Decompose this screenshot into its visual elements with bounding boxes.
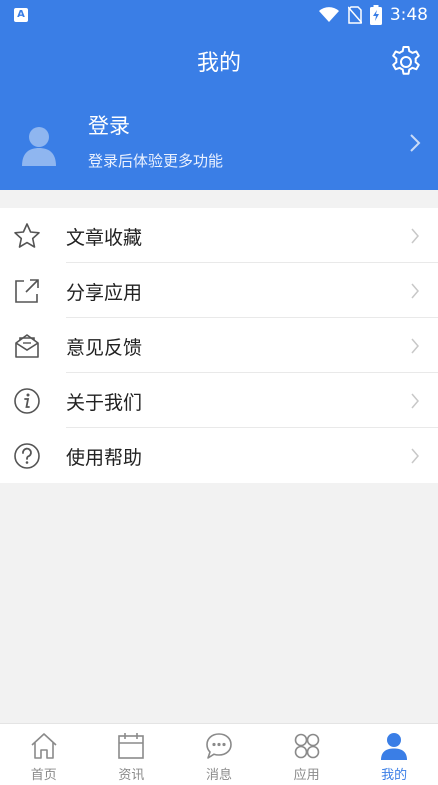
no-sim-icon xyxy=(347,6,362,24)
tab-label: 首页 xyxy=(30,768,57,783)
menu-item-label: 文章收藏 xyxy=(66,227,143,249)
tab-label: 应用 xyxy=(293,768,320,783)
tab-news[interactable]: 资讯 xyxy=(88,724,176,785)
chevron-right-icon xyxy=(411,283,419,299)
tab-messages[interactable]: 消息 xyxy=(175,724,263,785)
tab-label: 我的 xyxy=(381,768,408,783)
login-subtitle: 登录后体验更多功能 xyxy=(88,152,224,170)
tab-mine[interactable]: 我的 xyxy=(350,724,438,785)
menu-item-about[interactable]: 关于我们 xyxy=(0,373,438,428)
feedback-envelope-icon xyxy=(15,334,39,358)
menu-item-feedback[interactable]: 意见反馈 xyxy=(0,318,438,373)
info-icon xyxy=(14,388,40,414)
app-notification-icon: A xyxy=(14,8,28,22)
chevron-right-icon xyxy=(411,448,419,464)
chevron-right-icon xyxy=(411,228,419,244)
calendar-icon xyxy=(118,733,145,759)
tab-apps[interactable]: 应用 xyxy=(263,724,351,785)
login-row[interactable]: 登录 登录后体验更多功能 xyxy=(0,100,438,185)
apps-grid-icon xyxy=(294,733,319,759)
menu-item-label: 关于我们 xyxy=(66,392,143,414)
home-icon xyxy=(31,733,57,759)
status-time: 3:48 xyxy=(389,5,428,25)
menu-item-help[interactable]: 使用帮助 xyxy=(0,428,438,483)
profile-header: A 3:48 我的 登录 登录后体验更多功能 xyxy=(0,0,438,190)
chevron-right-icon xyxy=(411,338,419,354)
menu-item-label: 使用帮助 xyxy=(66,447,143,469)
status-indicators: 3:48 xyxy=(318,4,428,26)
tab-label: 消息 xyxy=(205,768,232,783)
tab-label: 资讯 xyxy=(118,768,145,783)
menu-item-favorites[interactable]: 文章收藏 xyxy=(0,208,438,263)
battery-charging-icon xyxy=(369,5,382,25)
status-bar: A 3:48 xyxy=(0,0,438,30)
star-icon xyxy=(14,223,40,248)
settings-menu: 文章收藏 分享应用 意见反馈 关于我们 使用帮助 xyxy=(0,208,438,483)
page-title: 我的 xyxy=(196,51,241,76)
menu-item-share[interactable]: 分享应用 xyxy=(0,263,438,318)
chevron-right-icon xyxy=(410,134,421,152)
settings-gear-icon[interactable] xyxy=(388,44,424,80)
share-icon xyxy=(15,279,39,303)
menu-item-label: 分享应用 xyxy=(66,282,143,304)
tab-home[interactable]: 首页 xyxy=(0,724,88,785)
bottom-tab-bar: 首页 资讯 消息 应用 我的 xyxy=(0,723,438,785)
chevron-right-icon xyxy=(411,393,419,409)
default-avatar-icon xyxy=(22,127,56,166)
chat-bubble-icon xyxy=(206,733,232,759)
login-title: 登录 xyxy=(88,114,130,138)
help-icon xyxy=(14,443,40,469)
wifi-icon xyxy=(318,7,339,22)
menu-item-label: 意见反馈 xyxy=(66,337,143,359)
person-icon xyxy=(381,733,408,760)
